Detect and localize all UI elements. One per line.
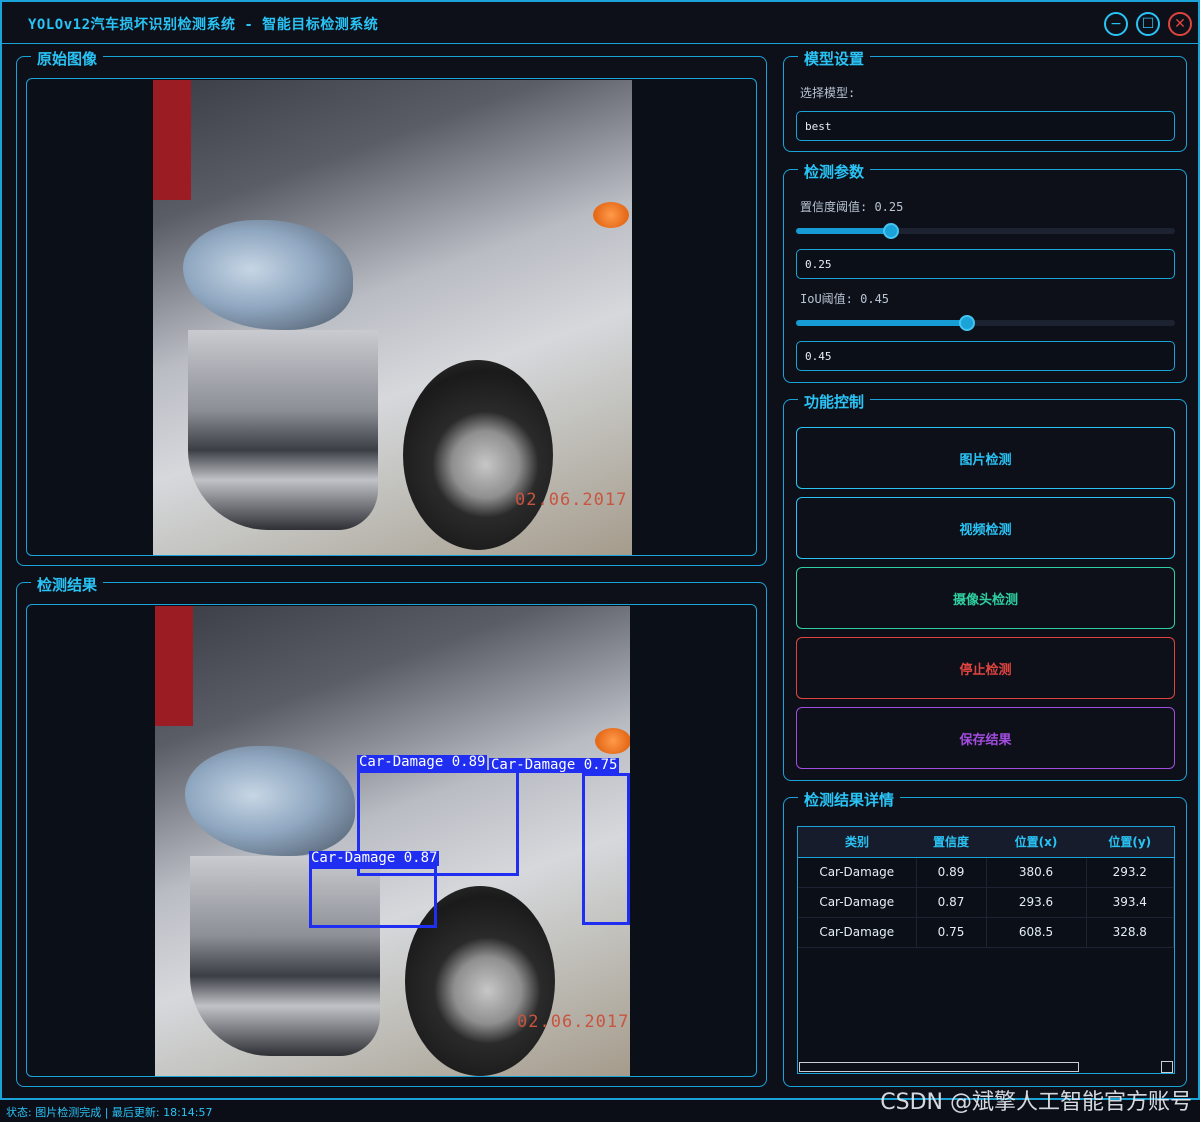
table-horizontal-scrollbar[interactable] [797, 1060, 1175, 1074]
video-detect-button[interactable]: 视频检测 [796, 497, 1175, 559]
cell-confidence: 0.75 [916, 917, 987, 948]
close-icon[interactable]: ✕ [1168, 12, 1192, 36]
cell-y: 328.8 [1086, 917, 1174, 948]
cell-category: Car-Damage [798, 857, 917, 888]
date-stamp: 02.06.2017 [515, 490, 628, 510]
cell-confidence: 0.87 [916, 887, 987, 918]
cell-y: 393.4 [1086, 887, 1174, 918]
status-bar: 状态: 图片检测完成 | 最后更新: 18:14:57 CSDN @斌擎人工智能… [0, 1090, 1200, 1122]
cell-y: 293.2 [1086, 857, 1174, 888]
scrollbar-thumb[interactable] [799, 1062, 1079, 1072]
detection-params-title: 检测参数 [798, 161, 871, 182]
date-stamp: 02.06.2017 [517, 1012, 630, 1032]
result-image: 02.06.2017 Car-Damage 0.89 Car-Damage 0.… [155, 606, 630, 1076]
confidence-slider[interactable] [796, 223, 1175, 239]
original-image-title: 原始图像 [31, 48, 104, 69]
title-bar: YOLOv12汽车损坏识别检测系统 - 智能目标检测系统 − ☐ ✕ [2, 2, 1198, 44]
table-header-row: 类别 置信度 位置(x) 位置(y) [798, 827, 1174, 858]
iou-slider[interactable] [796, 315, 1175, 331]
scroll-right-icon[interactable] [1161, 1061, 1173, 1073]
function-control-title: 功能控制 [798, 391, 871, 412]
select-model-label: 选择模型: [800, 86, 856, 100]
model-settings-title: 模型设置 [798, 48, 871, 69]
table-row[interactable]: Car-Damage 0.87 293.6 393.4 [798, 887, 1174, 918]
table-row[interactable]: Car-Damage 0.89 380.6 293.2 [798, 857, 1174, 888]
status-text: 状态: 图片检测完成 | 最后更新: 18:14:57 [6, 1106, 213, 1119]
iou-label: IoU阈值: 0.45 [800, 292, 890, 306]
minimize-icon[interactable]: − [1104, 12, 1128, 36]
detection-box [309, 866, 437, 928]
cell-confidence: 0.89 [916, 857, 987, 888]
watermark: CSDN @斌擎人工智能官方账号 [880, 1090, 1192, 1115]
column-header-x[interactable]: 位置(x) [986, 827, 1086, 858]
original-image: 02.06.2017 [153, 80, 632, 555]
save-result-button[interactable]: 保存结果 [796, 707, 1175, 769]
stop-detect-button[interactable]: 停止检测 [796, 637, 1175, 699]
cell-x: 293.6 [986, 887, 1087, 918]
cell-x: 608.5 [986, 917, 1087, 948]
detection-box [582, 773, 630, 925]
column-header-y[interactable]: 位置(y) [1086, 827, 1174, 858]
results-table: 类别 置信度 位置(x) 位置(y) Car-Damage 0.89 380.6… [797, 826, 1175, 1074]
app-window: YOLOv12汽车损坏识别检测系统 - 智能目标检测系统 − ☐ ✕ 原始图像 … [0, 0, 1200, 1100]
results-detail-title: 检测结果详情 [798, 789, 901, 810]
confidence-label: 置信度阈值: 0.25 [800, 200, 904, 214]
detection-label: Car-Damage 0.75 [489, 757, 620, 773]
detection-label: Car-Damage 0.87 [309, 850, 440, 866]
column-header-category[interactable]: 类别 [798, 827, 916, 858]
result-image-title: 检测结果 [31, 574, 104, 595]
window-title: YOLOv12汽车损坏识别检测系统 - 智能目标检测系统 [28, 17, 379, 33]
camera-detect-button[interactable]: 摄像头检测 [796, 567, 1175, 629]
image-detect-button[interactable]: 图片检测 [796, 427, 1175, 489]
cell-category: Car-Damage [798, 887, 917, 918]
maximize-icon[interactable]: ☐ [1136, 12, 1160, 36]
confidence-input[interactable]: 0.25 [796, 249, 1175, 279]
result-image-frame: 02.06.2017 Car-Damage 0.89 Car-Damage 0.… [26, 604, 757, 1077]
column-header-confidence[interactable]: 置信度 [916, 827, 986, 858]
cell-category: Car-Damage [798, 917, 917, 948]
confidence-slider-handle[interactable] [883, 223, 899, 239]
cell-x: 380.6 [986, 857, 1087, 888]
detection-label: Car-Damage 0.89 [357, 754, 488, 770]
original-image-frame: 02.06.2017 [26, 78, 757, 556]
table-row[interactable]: Car-Damage 0.75 608.5 328.8 [798, 917, 1174, 948]
iou-input[interactable]: 0.45 [796, 341, 1175, 371]
iou-slider-handle[interactable] [959, 315, 975, 331]
model-select[interactable]: best [796, 111, 1175, 141]
